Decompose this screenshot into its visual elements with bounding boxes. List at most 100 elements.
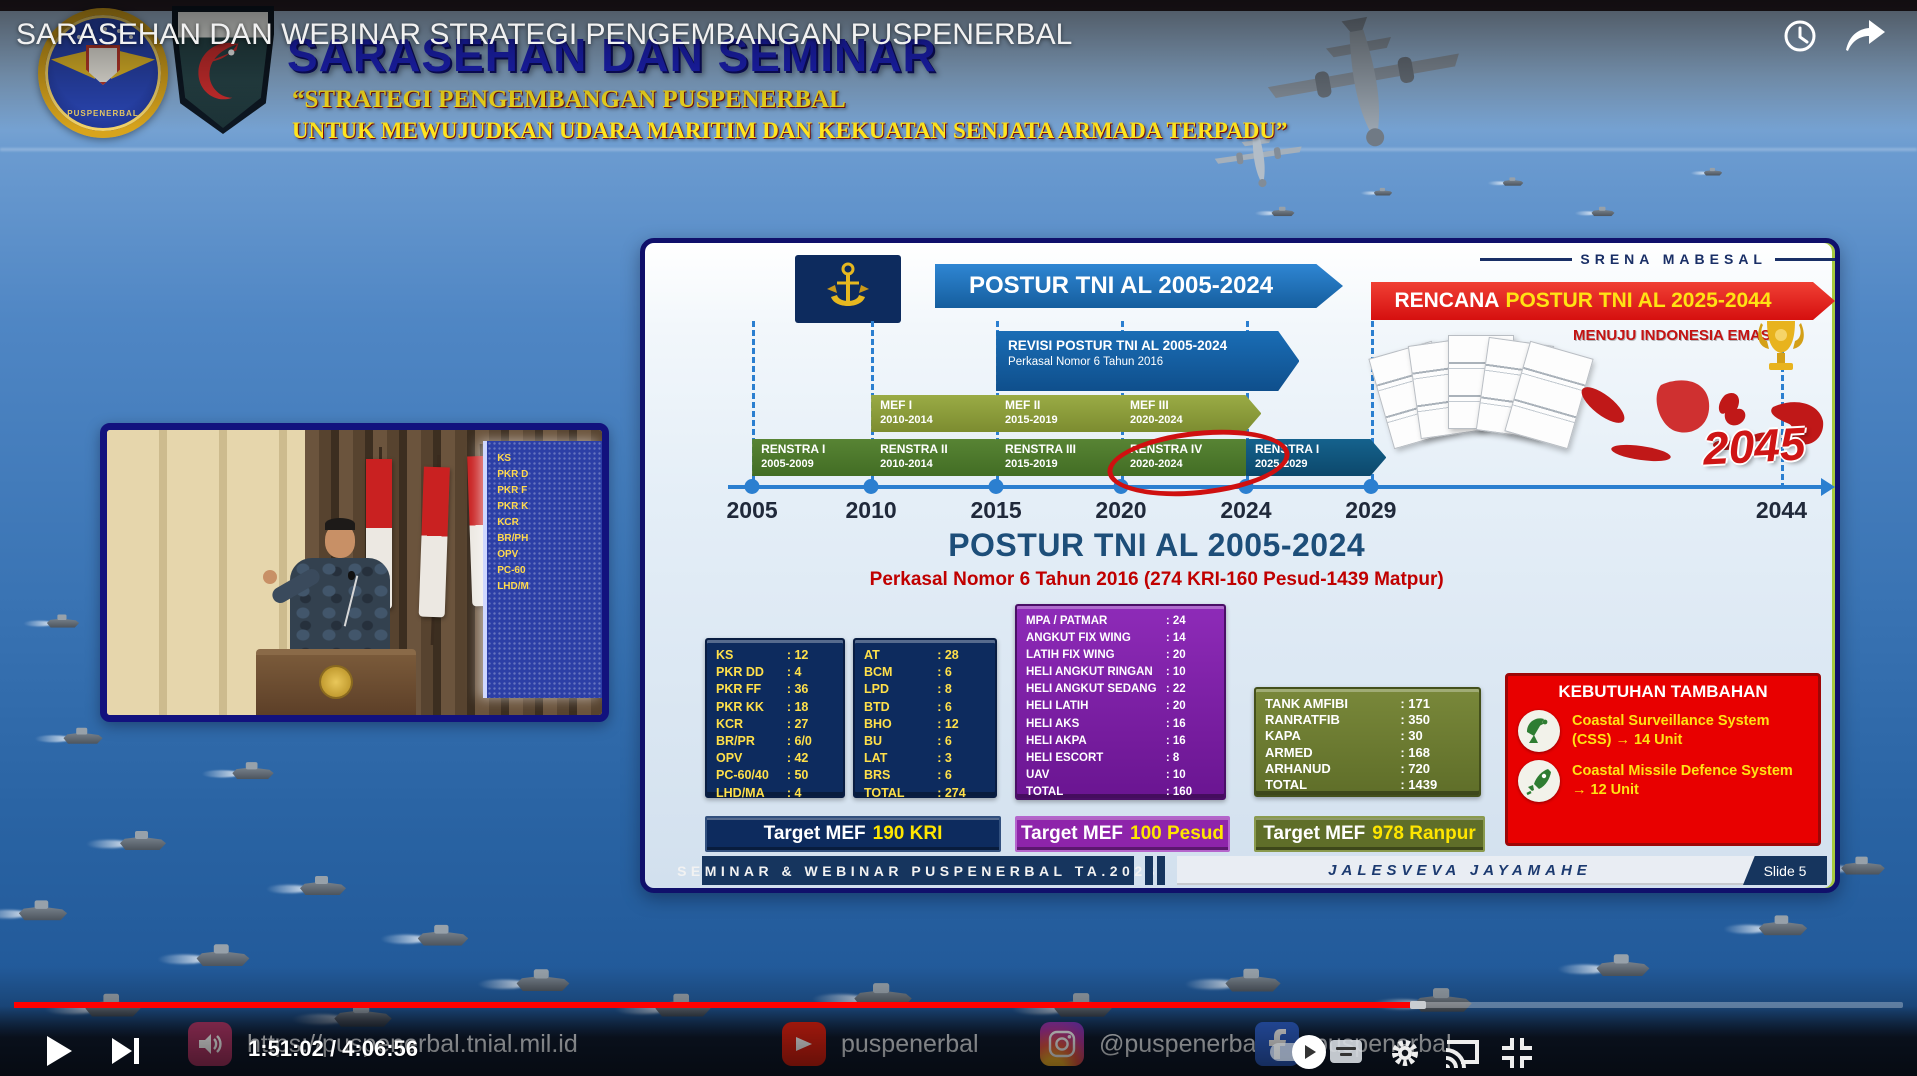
presentation-slide: POSTUR TNI AL 2005-2024 RENCANA POSTUR T… — [640, 238, 1840, 893]
table-row: TANK AMFIBI: 171 — [1265, 696, 1470, 712]
row-label: RANRATFIB — [1265, 712, 1400, 728]
footer-separator — [1145, 856, 1153, 885]
time-display: 1:51:02 / 4:06:56 — [248, 1036, 418, 1062]
play-icon[interactable] — [44, 1034, 74, 1068]
row-value: : 20 — [1166, 647, 1215, 664]
warship — [1374, 190, 1392, 196]
cast-icon[interactable] — [1444, 1038, 1482, 1068]
kebutuhan-items: Coastal Surveillance System (CSS) → 14 U… — [1518, 710, 1808, 802]
slide-subtitle: Perkasal Nomor 6 Tahun 2016 (274 KRI-160… — [693, 569, 1621, 591]
led-screen-line: LHD/M — [497, 579, 602, 595]
watch-later-icon[interactable] — [1782, 18, 1818, 54]
fullscreen-icon[interactable] — [1500, 1036, 1534, 1070]
table-row: LHD/MA: 4 — [716, 785, 834, 802]
progress-handle[interactable] — [1410, 1001, 1426, 1009]
renstra-arrow: RENSTRA II2010-2014 — [871, 439, 1011, 476]
table-row: TOTAL: 274 — [864, 785, 986, 802]
target-mef-bar: Target MEF978 Ranpur — [1254, 816, 1485, 852]
ship-superstructure — [434, 924, 448, 934]
missile-icon — [1518, 760, 1560, 802]
badge-banner-text: PUSPENERBAL — [45, 109, 161, 118]
ship-superstructure — [213, 944, 228, 954]
ship-superstructure — [57, 614, 66, 620]
table-row: BTD: 6 — [864, 699, 986, 716]
warship — [517, 974, 570, 991]
target-prefix: Target MEF — [1021, 823, 1123, 845]
warship — [1592, 209, 1615, 217]
ship-superstructure — [1243, 968, 1258, 978]
autoplay-toggle[interactable] — [1270, 1043, 1318, 1061]
row-value: : 30 — [1400, 728, 1470, 744]
table-row: AT: 28 — [864, 647, 986, 664]
kebutuhan-item: Coastal Surveillance System (CSS) → 14 U… — [1518, 710, 1808, 752]
next-icon[interactable] — [110, 1037, 144, 1065]
row-label: ANGKUT FIX WING — [1026, 630, 1166, 647]
row-label: LAT — [864, 750, 937, 767]
captions-icon[interactable] — [1330, 1040, 1362, 1063]
social-item-youtube: puspenerbal — [782, 1022, 979, 1066]
slide-number: Slide 5 — [1743, 856, 1827, 885]
table-row: HELI ANGKUT SEDANG: 22 — [1026, 681, 1215, 698]
row-value: : 16 — [1166, 733, 1215, 750]
row-value: : 6 — [937, 664, 986, 681]
row-value: : 6 — [937, 733, 986, 750]
ship-superstructure — [1855, 856, 1867, 864]
mef-years: 2010-2014 — [880, 413, 1011, 428]
ranpur-table: TANK AMFIBI: 171RANRATFIB: 350KAPA: 30AR… — [1254, 687, 1481, 797]
social-handle: puspenerbal — [841, 1030, 979, 1059]
row-label: TOTAL — [1265, 777, 1400, 793]
row-value: : 16 — [1166, 716, 1215, 733]
table-row: HELI ANGKUT RINGAN: 10 — [1026, 664, 1215, 681]
warship — [1597, 959, 1650, 976]
timeline-year-label: 2015 — [970, 497, 1021, 524]
led-screen-line: PC-60 — [497, 563, 602, 579]
speaker-inset-video: KSPKR DPKR FPKR KKCRBR/PHOPVPC-60LHD/M — [100, 423, 609, 722]
mef-arrow: MEF III2020-2024 — [1121, 395, 1261, 432]
slide-footer-right: JALESVEVA JAYAMAHE Slide 5 — [1177, 856, 1827, 885]
warship — [418, 929, 469, 946]
warship — [1759, 920, 1807, 936]
table-row: KCR: 27 — [716, 716, 834, 733]
row-value: : 6 — [937, 767, 986, 784]
row-label: KAPA — [1265, 728, 1400, 744]
row-value: : 10 — [1166, 767, 1215, 784]
row-label: PKR KK — [716, 699, 787, 716]
table-row: HELI ESCORT: 8 — [1026, 750, 1215, 767]
row-label: PC-60/40 — [716, 767, 787, 784]
row-label: TOTAL — [864, 785, 937, 802]
ship-superstructure — [1279, 207, 1285, 211]
kebutuhan-item-text: Coastal Surveillance System (CSS) → 14 U… — [1572, 712, 1808, 750]
table-row: PKR FF: 36 — [716, 681, 834, 698]
renstra-label: RENSTRA II — [880, 442, 1011, 457]
row-value: : 27 — [787, 716, 834, 733]
row-label: TOTAL — [1026, 784, 1166, 801]
mef-arrow: MEF II2015-2019 — [996, 395, 1136, 432]
row-label: ARMED — [1265, 745, 1400, 761]
ship-superstructure — [1509, 177, 1515, 181]
speaker-hand — [263, 570, 277, 584]
table-row: TOTAL: 1439 — [1265, 777, 1470, 793]
mef-arrow: MEF I2010-2014 — [871, 395, 1011, 432]
ship-superstructure — [1774, 915, 1788, 924]
settings-gear-icon[interactable] — [1390, 1038, 1420, 1068]
row-label: HELI ANGKUT RINGAN — [1026, 664, 1166, 681]
top-letterbox-strip — [0, 0, 1917, 11]
row-label: BRS — [864, 767, 937, 784]
row-value: : 168 — [1400, 745, 1470, 761]
table-row: HELI LATIH: 20 — [1026, 698, 1215, 715]
share-icon[interactable] — [1842, 18, 1888, 54]
ship-superstructure — [533, 969, 548, 979]
progress-bar[interactable] — [14, 1002, 1903, 1008]
warship — [1225, 974, 1280, 992]
row-label: HELI AKPA — [1026, 733, 1166, 750]
led-screen-line: PKR F — [497, 483, 602, 499]
kebutuhan-item-text: Coastal Missile Defence System → 12 Unit — [1572, 762, 1808, 800]
row-value: : 1439 — [1400, 777, 1470, 793]
ship-superstructure — [34, 900, 48, 909]
table-row: KS: 12 — [716, 647, 834, 664]
slide-footer-left: SEMINAR & WEBINAR PUSPENERBAL TA.2023 — [702, 856, 1134, 885]
ship-superstructure — [1433, 988, 1449, 999]
row-value: : 28 — [937, 647, 986, 664]
row-label: LPD — [864, 681, 937, 698]
row-label: HELI ESCORT — [1026, 750, 1166, 767]
